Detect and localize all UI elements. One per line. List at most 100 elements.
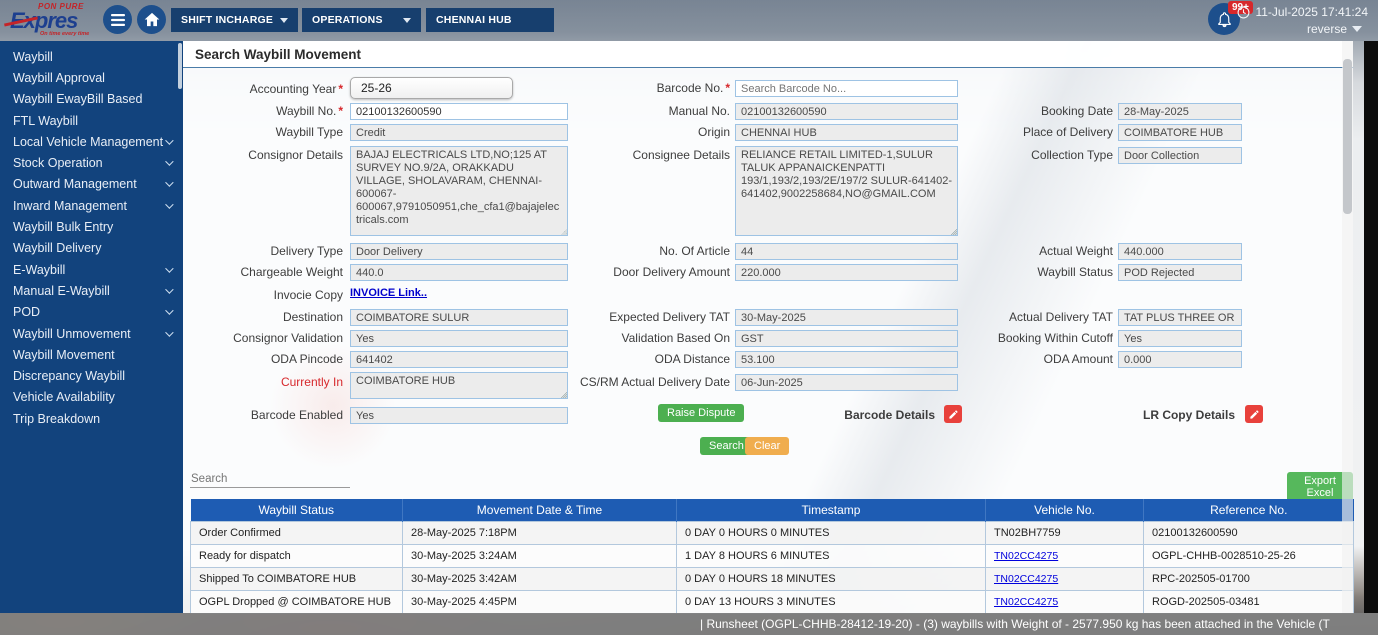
role-dropdown[interactable]: SHIFT INCHARGE — [171, 8, 298, 32]
label-origin: Origin — [483, 124, 730, 141]
sidebar-item-pod[interactable]: POD — [0, 302, 183, 323]
sidebar-item-label: Waybill Delivery — [13, 241, 101, 255]
status-ticker-bar: | Runsheet (OGPL-CHHB-28412-19-20) - (3)… — [0, 613, 1378, 635]
sidebar-item-trip-breakdown[interactable]: Trip Breakdown — [0, 408, 183, 429]
cell-waybill-status: Shipped To COIMBATORE HUB — [191, 567, 403, 590]
cell-vehicle-no: TN02BH7759 — [986, 521, 1144, 544]
edit-icon — [948, 409, 959, 420]
cell-timestamp: 0 DAY 0 HOURS 18 MINUTES — [677, 567, 986, 590]
sidebar-item-label: E-Waybill — [13, 263, 65, 277]
caret-down-icon — [280, 18, 288, 23]
label-accounting-year: Accounting Year* — [183, 81, 343, 98]
status-ticker-message: | Runsheet (OGPL-CHHB-28412-19-20) - (3)… — [700, 617, 1330, 631]
label-waybill-type: Waybill Type — [183, 124, 343, 141]
table-header-row: Waybill Status Movement Date & Time Time… — [191, 499, 1354, 521]
sidebar-item-ftl-waybill[interactable]: FTL Waybill — [0, 110, 183, 131]
sidebar-item-vehicle-availability[interactable]: Vehicle Availability — [0, 387, 183, 408]
chevron-down-icon — [165, 136, 173, 144]
col-vehicle-no[interactable]: Vehicle No. — [986, 499, 1144, 521]
cell-waybill-status: OGPL Dropped @ COIMBATORE HUB — [191, 590, 403, 613]
sidebar-item-label: Vehicle Availability — [13, 390, 115, 404]
label-validation-based-on: Validation Based On — [483, 330, 730, 347]
sidebar-scrollbar[interactable] — [178, 43, 182, 89]
sidebar-item-waybill-bulk-entry[interactable]: Waybill Bulk Entry — [0, 216, 183, 237]
location-box[interactable]: CHENNAI HUB — [426, 8, 554, 32]
csrm-actual-delivery-date-input[interactable] — [735, 374, 958, 391]
sidebar-item-waybill-movement[interactable]: Waybill Movement — [0, 344, 183, 365]
user-menu[interactable]: reverse — [1307, 22, 1362, 36]
oda-amount-input[interactable] — [1118, 351, 1242, 368]
sidebar-item-label: Waybill — [13, 50, 53, 64]
home-button[interactable] — [137, 5, 166, 34]
waybill-status-input[interactable] — [1118, 264, 1242, 281]
label-delivery-type: Delivery Type — [183, 243, 343, 260]
sidebar-item-inward-management[interactable]: Inward Management — [0, 195, 183, 216]
sidebar-item-label: Local Vehicle Management — [13, 135, 163, 149]
sidebar-item-waybill-ewaybill-based[interactable]: Waybill EwayBill Based — [0, 89, 183, 110]
vehicle-link[interactable]: TN02CC4275 — [994, 573, 1058, 585]
barcode-enabled-input[interactable] — [350, 407, 568, 424]
movement-table: Waybill Status Movement Date & Time Time… — [190, 499, 1354, 614]
collection-type-input[interactable] — [1118, 147, 1242, 164]
cell-timestamp: 0 DAY 0 HOURS 0 MINUTES — [677, 521, 986, 544]
sidebar-item-stock-operation[interactable]: Stock Operation — [0, 152, 183, 173]
lr-copy-details-label: LR Copy Details — [1095, 407, 1235, 424]
barcode-no-input[interactable] — [735, 80, 958, 97]
department-dropdown[interactable]: OPERATIONS — [302, 8, 421, 32]
sidebar-item-outward-management[interactable]: Outward Management — [0, 174, 183, 195]
cell-waybill-status: Order Confirmed — [191, 521, 403, 544]
sidebar-item-local-vehicle-management[interactable]: Local Vehicle Management — [0, 131, 183, 152]
label-barcode-no: Barcode No.* — [483, 80, 730, 97]
main-scrollbar[interactable] — [1342, 41, 1353, 613]
cell-reference-no: 02100132600590 — [1144, 521, 1354, 544]
vehicle-link[interactable]: TN02CC4275 — [994, 550, 1058, 562]
label-expected-delivery-tat: Expected Delivery TAT — [483, 309, 730, 326]
sidebar-item-manual-e-waybill[interactable]: Manual E-Waybill — [0, 280, 183, 301]
lr-copy-details-button[interactable] — [1245, 405, 1263, 423]
sidebar-item-waybill-approval[interactable]: Waybill Approval — [0, 67, 183, 88]
label-place-of-delivery: Place of Delivery — [873, 124, 1113, 141]
logo-main-text: Expres — [10, 11, 110, 31]
caret-down-icon — [403, 18, 411, 23]
sidebar-item-discrepancy-waybill[interactable]: Discrepancy Waybill — [0, 365, 183, 386]
col-timestamp[interactable]: Timestamp — [677, 499, 986, 521]
raise-dispute-button[interactable]: Raise Dispute — [658, 404, 744, 422]
booking-date-input[interactable] — [1118, 103, 1242, 120]
sidebar-item-e-waybill[interactable]: E-Waybill — [0, 259, 183, 280]
sidebar-item-label: Inward Management — [13, 199, 127, 213]
caret-down-icon — [1352, 26, 1362, 32]
page-header: Search Waybill Movement — [183, 41, 1353, 68]
cell-movement-datetime: 30-May-2025 3:42AM — [403, 567, 677, 590]
label-collection-type: Collection Type — [873, 147, 1113, 164]
sidebar-item-waybill-delivery[interactable]: Waybill Delivery — [0, 238, 183, 259]
vehicle-link[interactable]: TN02CC4275 — [994, 596, 1058, 608]
clear-button[interactable]: Clear — [745, 437, 789, 455]
table-row: Order Confirmed28-May-2025 7:18PM0 DAY 0… — [191, 521, 1354, 544]
sidebar-menu: Waybill Waybill ApprovalWaybill EwayBill … — [0, 41, 183, 429]
sidebar-item-label: Waybill Bulk Entry — [13, 220, 113, 234]
invoice-link[interactable]: INVOICE Link.. — [350, 287, 427, 299]
actual-weight-input[interactable] — [1118, 243, 1242, 260]
col-waybill-status[interactable]: Waybill Status — [191, 499, 403, 521]
actual-delivery-tat-input[interactable] — [1118, 309, 1242, 326]
label-oda-amount: ODA Amount — [873, 351, 1113, 368]
hamburger-menu-button[interactable] — [103, 5, 132, 34]
place-of-delivery-input[interactable] — [1118, 124, 1242, 141]
barcode-details-label: Barcode Details — [795, 407, 935, 424]
scrollbar-thumb[interactable] — [1343, 59, 1352, 214]
barcode-details-button[interactable] — [944, 405, 962, 423]
table-search-input[interactable] — [190, 471, 350, 488]
chevron-down-icon — [165, 307, 173, 315]
sidebar-item-label: Trip Breakdown — [13, 412, 100, 426]
sidebar-item-waybill-unmovement[interactable]: Waybill Unmovement — [0, 323, 183, 344]
col-reference-no[interactable]: Reference No. — [1144, 499, 1354, 521]
chevron-down-icon — [165, 179, 173, 187]
col-movement-datetime[interactable]: Movement Date & Time — [403, 499, 677, 521]
label-consignee-details: Consignee Details — [483, 147, 730, 164]
booking-within-cutoff-input[interactable] — [1118, 330, 1242, 347]
sidebar-item-label: Discrepancy Waybill — [13, 369, 125, 383]
sidebar: Waybill Waybill ApprovalWaybill EwayBill … — [0, 41, 183, 613]
sidebar-item-waybill[interactable]: Waybill — [0, 46, 183, 67]
sidebar-item-label: FTL Waybill — [13, 114, 78, 128]
sidebar-item-label: POD — [13, 305, 40, 319]
